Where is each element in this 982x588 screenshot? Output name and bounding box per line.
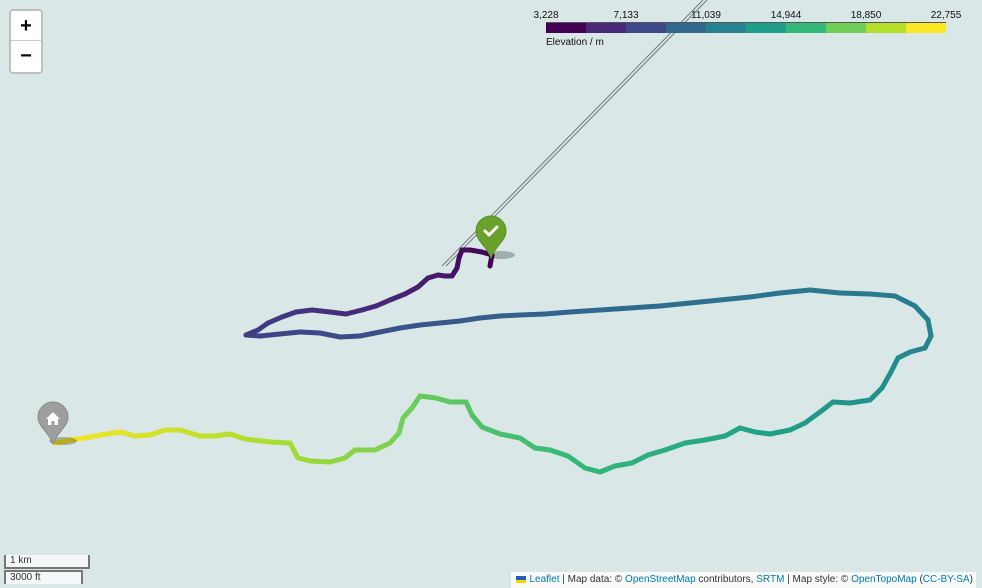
license-link[interactable]: CC-BY-SA — [923, 574, 970, 585]
scale-metric: 1 km — [4, 555, 90, 569]
legend-color-bar — [546, 22, 946, 33]
track-segment — [277, 329, 303, 337]
track-segment — [397, 322, 423, 331]
track-segment — [297, 329, 323, 336]
track-segment — [437, 318, 463, 326]
track-segment — [457, 315, 483, 324]
zoom-out-button[interactable]: − — [11, 41, 41, 71]
legend-color-step — [746, 23, 786, 33]
track-segment — [267, 439, 293, 446]
legend-tick: 18,850 — [850, 10, 882, 21]
elevation-legend: 3,228 7,133 11,039 14,944 18,850 22,755 … — [530, 8, 970, 50]
osm-link[interactable]: OpenStreetMap — [625, 574, 696, 585]
track-segment — [682, 437, 708, 446]
track-segment — [337, 333, 363, 340]
legend-color-step — [786, 23, 826, 33]
scale-bar: 1 km 3000 ft — [4, 555, 90, 584]
track-segment — [542, 309, 573, 317]
track-segment — [307, 458, 333, 465]
track-segment — [597, 305, 633, 313]
track-segment — [612, 460, 635, 469]
attribution: Leaflet | Map data: © OpenStreetMap cont… — [511, 572, 976, 588]
track-segment — [777, 287, 813, 296]
legend-color-step — [866, 23, 906, 33]
track-segment — [847, 397, 873, 406]
legend-color-step — [626, 23, 666, 33]
opentopomap-link[interactable]: OpenTopoMap — [851, 574, 917, 585]
legend-title: Elevation / m — [546, 37, 604, 48]
legend-color-step — [546, 23, 586, 33]
track-segment — [837, 290, 873, 297]
track-segment — [627, 303, 663, 311]
scale-imperial: 3000 ft — [4, 570, 83, 584]
zoom-in-button[interactable]: + — [11, 11, 41, 41]
track-segment — [567, 307, 603, 315]
attrib-text: | Map data: © — [559, 574, 626, 585]
track-segment — [687, 297, 723, 306]
track-segment — [417, 320, 443, 328]
map[interactable] — [0, 0, 982, 588]
legend-color-step — [666, 23, 706, 33]
attrib-text: ) — [969, 574, 973, 585]
ukraine-flag-icon — [516, 576, 527, 583]
track-segment — [97, 429, 123, 438]
legend-tick: 22,755 — [930, 10, 962, 21]
legend-tick: 7,133 — [613, 10, 639, 21]
srtm-link[interactable]: SRTM — [756, 574, 784, 585]
legend-color-step — [586, 23, 626, 33]
legend-color-step — [906, 23, 946, 33]
track-segment — [517, 311, 548, 318]
track-segment — [807, 287, 843, 296]
legend-tick: 11,039 — [691, 10, 721, 21]
legend-color-step — [706, 23, 746, 33]
track-segment — [717, 294, 753, 303]
zoom-control: + − — [9, 9, 43, 74]
legend-color-step — [826, 23, 866, 33]
track-segment — [830, 399, 853, 406]
leaflet-link[interactable]: Leaflet — [529, 574, 559, 585]
track-segment — [477, 313, 503, 321]
track-segment — [657, 300, 693, 309]
track-segment — [867, 291, 898, 299]
legend-tick: 14,944 — [770, 10, 802, 21]
attrib-text: contributors, — [695, 574, 757, 585]
legend-tick: 3,228 — [533, 10, 559, 21]
track-segment — [242, 436, 273, 445]
legend-ticks: 3,228 7,133 11,039 14,944 18,850 22,755 — [530, 10, 970, 22]
track-segment — [497, 312, 523, 319]
track-segment — [257, 331, 283, 339]
attrib-text: | Map style: © — [784, 574, 852, 585]
track-segment — [309, 307, 333, 315]
